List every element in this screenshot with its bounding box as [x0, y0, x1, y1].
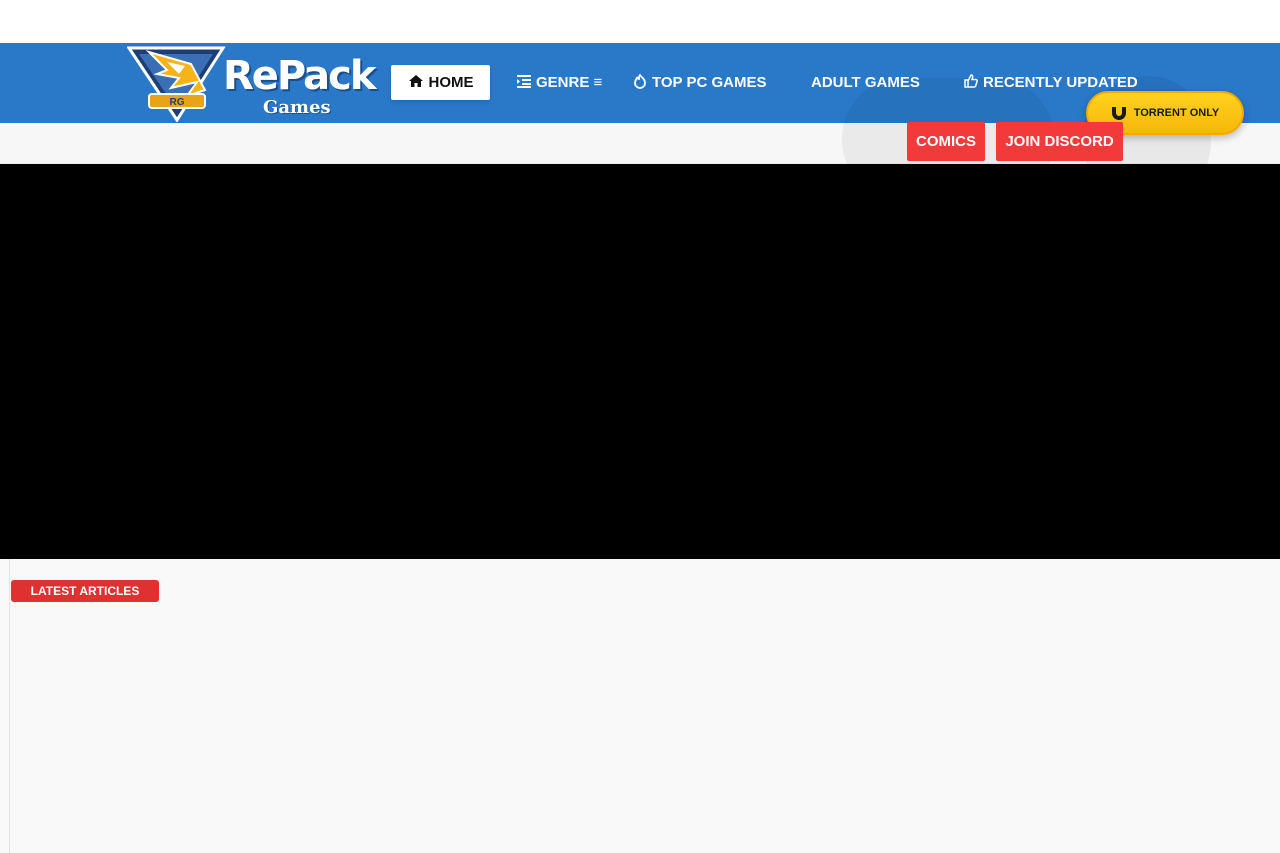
logo-emblem-icon: RG: [127, 46, 226, 122]
thumbs-up-icon: [964, 74, 978, 91]
nav-genre-label: GENRE ≡: [536, 74, 603, 91]
indent-icon: [517, 74, 531, 91]
nav-adult-games[interactable]: ADULT GAMES: [811, 65, 920, 100]
comics-label: COMICS: [916, 133, 976, 150]
torrent-only-label: TORRENT ONLY: [1133, 107, 1220, 119]
nav-genre[interactable]: GENRE ≡: [517, 65, 602, 100]
magnet-icon: [1111, 105, 1127, 121]
nav-top-pc-games[interactable]: TOP PC GAMES: [633, 65, 766, 100]
home-icon: [408, 74, 424, 91]
join-discord-label: JOIN DISCORD: [1005, 133, 1114, 150]
nav-adult-games-label: ADULT GAMES: [811, 74, 920, 91]
logo-subtext: Games: [263, 97, 331, 118]
nav-home-label: HOME: [428, 74, 474, 91]
content-divider: [9, 559, 10, 853]
latest-articles-heading: LATEST ARTICLES: [11, 580, 159, 602]
video-player[interactable]: [0, 164, 1280, 559]
latest-articles-label: LATEST ARTICLES: [30, 584, 140, 598]
top-strip: [0, 0, 1280, 43]
nav-recently-updated-label: RECENTLY UPDATED: [983, 74, 1138, 91]
nav-top-pc-games-label: TOP PC GAMES: [652, 74, 767, 91]
join-discord-button[interactable]: JOIN DISCORD: [996, 122, 1123, 161]
nav-home[interactable]: HOME: [391, 65, 490, 100]
logo-wordmark: RePack: [223, 53, 376, 99]
comics-button[interactable]: COMICS: [907, 122, 985, 161]
main-content: [0, 559, 1280, 853]
logo-badge: RG: [170, 97, 185, 108]
fire-icon: [633, 73, 647, 92]
site-logo[interactable]: RG RePack Games: [127, 44, 376, 122]
